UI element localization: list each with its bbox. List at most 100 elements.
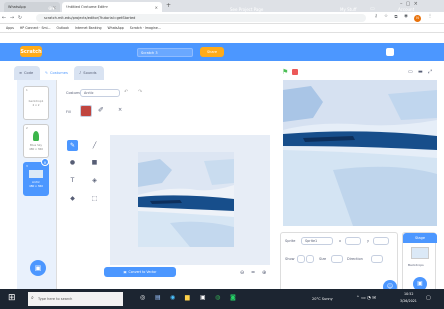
large-stage-icon[interactable]: ▬ — [418, 69, 423, 75]
new-tab-icon[interactable]: + — [166, 2, 171, 9]
tab-sounds[interactable]: ♪ Sounds — [74, 66, 104, 80]
fill-color-swatch[interactable] — [80, 105, 92, 117]
y-input[interactable] — [373, 237, 389, 245]
stop-icon[interactable] — [292, 69, 298, 75]
tab-costumes-label: Costumes — [50, 71, 68, 75]
project-title-input[interactable]: Scratch 3 — [137, 48, 193, 57]
avatar[interactable] — [386, 48, 394, 56]
list-item-selected[interactable]: 3 Arctic 480 x 360 — [23, 162, 49, 196]
task-view-icon[interactable]: ◎ — [140, 294, 145, 301]
list-item[interactable]: 2 Blue Sky 480 x 360 — [23, 124, 49, 158]
see-project-page-button[interactable]: See Project Page — [230, 0, 263, 18]
bookmark-outlook[interactable]: Outlook — [57, 26, 69, 30]
notification-icon[interactable]: ▢ — [426, 295, 431, 301]
chrome-icon[interactable]: ◍ — [215, 294, 220, 301]
bookmark-hp[interactable]: HP Connect · Smi... — [20, 26, 51, 30]
edge-icon[interactable]: ◉ — [170, 294, 175, 301]
size-label: Size — [319, 257, 327, 261]
file-explorer-icon[interactable]: ▆ — [185, 294, 190, 301]
backdrops-label: Backdrops — [408, 263, 424, 267]
menu-files[interactable]: Files — [66, 0, 75, 18]
my-stuff-link[interactable]: My Stuff — [340, 0, 357, 18]
taskbar-date[interactable]: 3/26/2021 — [400, 299, 417, 303]
costume-name-value: Arctic — [84, 91, 94, 95]
stage-backdrop — [283, 80, 437, 226]
code-icon: ≡ — [19, 71, 23, 75]
editor-tabs: ≡ Code ✎ Costumes ♪ Sounds — [14, 66, 114, 80]
paint-canvas-area[interactable] — [110, 135, 270, 265]
costume-size: 480 x 360 — [28, 147, 44, 151]
show-hidden-toggle[interactable] — [306, 255, 314, 263]
eraser-tool-icon[interactable]: ◆ — [67, 193, 78, 204]
forward-icon[interactable]: → — [8, 15, 16, 21]
taskbar-search-input[interactable]: ⌕ Type here to search — [28, 292, 123, 306]
fullscreen-icon[interactable]: ⤢ — [428, 69, 432, 75]
zoom-in-icon[interactable]: ⊕ — [262, 270, 266, 276]
store-icon[interactable]: ▣ — [200, 294, 206, 301]
x-label: x — [339, 239, 342, 243]
select-tool-icon[interactable]: ⬚ — [89, 193, 100, 204]
costume-name-input[interactable]: Arctic — [80, 89, 120, 97]
close-icon[interactable]: × — [155, 5, 158, 10]
scratch-logo[interactable]: Scratch — [20, 46, 42, 57]
zoom-out-icon[interactable]: ⊖ — [240, 270, 244, 276]
system-tray-icons[interactable]: ⌃ ▭ ◔ ✉ — [356, 296, 376, 301]
stage[interactable] — [283, 80, 437, 226]
back-icon[interactable]: ← — [0, 15, 8, 21]
line-tool-icon[interactable]: ╱ — [89, 140, 100, 151]
fill-label: Fill — [66, 110, 71, 114]
tab-costumes[interactable]: ✎ Costumes — [40, 66, 74, 80]
choose-costume-button[interactable]: ▣ — [30, 260, 46, 276]
weather-status[interactable]: 20°C Sunny — [312, 297, 333, 301]
direction-input[interactable] — [371, 255, 383, 263]
whatsapp-icon[interactable]: ◙ — [230, 294, 236, 301]
menu-tutorials[interactable]: Tutorials — [104, 0, 121, 18]
zoom-reset-icon[interactable]: = — [251, 270, 255, 276]
globe-icon[interactable]: ⊕▾ — [48, 0, 55, 18]
bookmark-scratch[interactable]: Scratch · Imagine... — [130, 26, 161, 30]
folder-icon[interactable]: ▭ — [370, 0, 375, 18]
brush-tool-icon[interactable]: ✎ — [67, 140, 78, 151]
image-icon: ▣ — [123, 270, 127, 274]
show-label: Show — [285, 257, 295, 261]
small-stage-icon[interactable]: ▭ — [408, 69, 413, 75]
green-flag-icon[interactable]: ⚑ — [282, 68, 288, 76]
costume-canvas[interactable] — [110, 135, 270, 265]
reload-icon[interactable]: ↻ — [16, 15, 24, 21]
account-menu[interactable]: Account — [398, 0, 414, 18]
circle-tool-icon[interactable]: ● — [67, 157, 78, 168]
sprite-info-panel: Sprite Sprite1 x y Show Size Direction — [280, 232, 398, 292]
bookmark-apps[interactable]: Apps — [6, 26, 14, 30]
costume-number: 1 — [26, 88, 28, 92]
menu-edit[interactable]: Edit — [82, 0, 90, 18]
delete-costume-icon[interactable]: × — [41, 158, 49, 166]
taskbar-app-icon[interactable]: ▤ — [155, 294, 161, 301]
outline-icon[interactable]: × — [118, 107, 122, 113]
convert-to-vector-button[interactable]: ▣ Convert to Vector — [104, 267, 176, 277]
fill-tool-icon[interactable]: ◈ — [89, 175, 100, 186]
search-placeholder: Type here to search — [38, 297, 73, 301]
bookmark-banking[interactable]: Internet Banking — [75, 26, 102, 30]
direction-label: Direction — [347, 257, 363, 261]
x-input[interactable] — [345, 237, 361, 245]
backdrop-thumbnail[interactable] — [411, 247, 429, 259]
tab-code[interactable]: ≡ Code — [14, 66, 40, 80]
tab-label: WhatsApp — [8, 5, 26, 9]
size-input[interactable] — [331, 255, 343, 263]
redo-icon[interactable]: ↷ — [138, 89, 142, 95]
sprite-name-input[interactable]: Sprite1 — [301, 237, 333, 245]
star-icon[interactable]: ☆ — [382, 14, 390, 22]
list-item[interactable]: 1 backdrop1 2 x 2 — [23, 86, 49, 120]
bookmark-whatsapp[interactable]: WhatsApp — [108, 26, 124, 30]
windows-start-icon[interactable]: ⊞ — [8, 293, 16, 303]
rectangle-tool-icon[interactable]: ■ — [89, 157, 100, 168]
avatar[interactable]: N — [414, 14, 421, 22]
undo-icon[interactable]: ↶ — [124, 89, 128, 95]
eyedropper-icon[interactable]: ✐ — [98, 106, 104, 114]
taskbar-clock[interactable]: 10:52 — [404, 292, 414, 296]
share-button[interactable]: Share — [200, 47, 224, 57]
stage-panel[interactable]: Stage Backdrops ▣ — [402, 232, 437, 292]
show-visible-toggle[interactable] — [297, 255, 305, 263]
menu-icon[interactable]: ⋮ — [426, 14, 434, 22]
text-tool-icon[interactable]: T — [67, 175, 78, 186]
